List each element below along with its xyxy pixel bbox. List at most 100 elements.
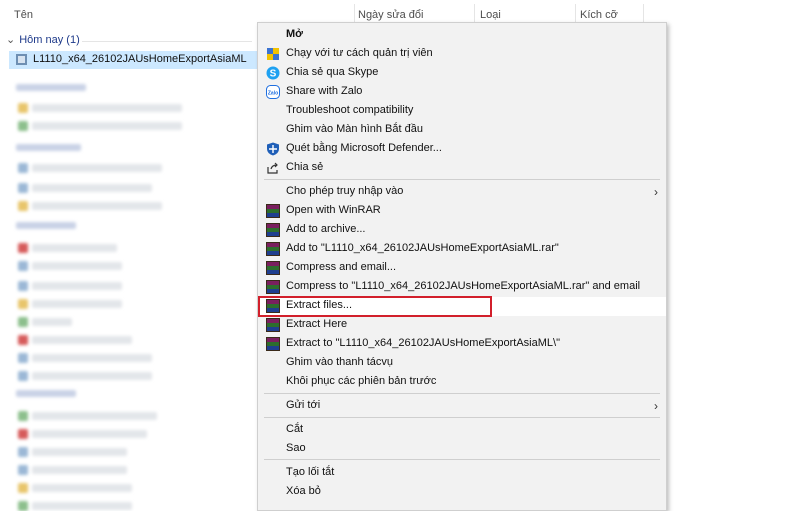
blurred-group-heading [16,222,76,229]
menu-item-label: Troubleshoot compatibility [286,104,414,116]
group-today[interactable]: ⌄ Hôm nay (1) [6,33,80,46]
winrar-icon [266,223,280,237]
menu-separator [264,417,660,418]
blurred-file-icon [18,483,28,493]
menu-item-extract-here[interactable]: Extract Here [258,316,666,335]
blurred-file-icon [18,183,28,193]
menu-item-troubleshoot-compatibility[interactable]: Troubleshoot compatibility [258,102,666,121]
menu-item-ghim-vao-man-hinh-bat-dau[interactable]: Ghim vào Màn hình Bắt đầu [258,121,666,140]
group-divider [82,41,252,42]
column-divider[interactable] [354,4,355,24]
menu-item-add-to-l1110-x64-26102jaushomeexportasia[interactable]: Add to "L1110_x64_26102JAUsHomeExportAsi… [258,240,666,259]
menu-item-label: Chia sẻ [286,161,324,173]
blurred-file-row [32,164,162,172]
menu-item-label: Ghim vào thanh tácvụ [286,356,394,368]
menu-item-gui-toi[interactable]: Gửi tới › [258,397,666,416]
blurred-file-row [32,300,122,308]
menu-item-compress-to-l1110-x64-26102jaushomeexpor[interactable]: Compress to "L1110_x64_26102JAUsHomeExpo… [258,278,666,297]
blurred-file-icon [18,411,28,421]
blurred-file-row [32,318,72,326]
blurred-file-icon [18,103,28,113]
shield-icon [266,47,280,61]
menu-item-label: Compress and email... [286,261,397,273]
menu-item-label: Cắt [286,423,304,435]
menu-item-chia-se[interactable]: Chia sẻ [258,159,666,178]
blurred-file-row [32,372,152,380]
menu-item-label: Sao [286,442,306,454]
menu-item-open-with-winrar[interactable]: Open with WinRAR [258,202,666,221]
blurred-file-icon [18,465,28,475]
column-divider[interactable] [474,4,475,24]
blurred-file-row [32,104,182,112]
menu-item-xoa-bo[interactable]: Xóa bỏ [258,483,666,502]
blurred-file-row [32,484,132,492]
blurred-file-row [32,282,122,290]
blurred-file-icon [18,353,28,363]
blurred-file-row [32,244,117,252]
chevron-down-icon[interactable]: ⌄ [6,33,15,46]
menu-item-add-to-archive[interactable]: Add to archive... [258,221,666,240]
menu-item-label: Khôi phục các phiên bản trước [286,375,437,387]
column-divider[interactable] [575,4,576,24]
blurred-file-row [32,448,127,456]
menu-item-ghim-vao-thanh-tacvu[interactable]: Ghim vào thanh tácvụ [258,354,666,373]
menu-item-tao-loi-tat[interactable]: Tạo lối tắt [258,464,666,483]
blurred-file-row [32,336,132,344]
blurred-file-row [32,430,147,438]
blurred-group-heading [16,144,81,151]
blurred-file-row [32,122,182,130]
highlight-box [258,296,492,317]
winrar-icon [266,242,280,256]
chevron-right-icon: › [654,185,658,199]
menu-item-chia-se-qua-skype[interactable]: S Chia sẻ qua Skype [258,64,666,83]
menu-item-quet-bang-microsoft-defender[interactable]: Quét bằng Microsoft Defender... [258,140,666,159]
menu-item-label: Chạy với tư cách quản trị viên [286,47,433,59]
menu-item-mo[interactable]: Mở [258,26,666,45]
blurred-file-icon [18,447,28,457]
context-menu: Mở Chạy với tư cách quản trị viên S Chia sẻ… [257,22,667,511]
menu-item-label: Add to "L1110_x64_26102JAUsHomeExportAsi… [286,242,559,254]
group-today-label: Hôm nay (1) [19,34,80,46]
menu-item-cat[interactable]: Cắt [258,421,666,440]
menu-item-label: Chia sẻ qua Skype [286,66,379,78]
column-name[interactable]: Tên [14,0,33,28]
blurred-file-icon [18,261,28,271]
file-name: L1110_x64_26102JAUsHomeExportAsiaML [33,53,247,65]
blurred-file-row [32,202,162,210]
blurred-file-icon [18,317,28,327]
winrar-icon [266,318,280,332]
menu-item-share-with-zalo[interactable]: Zalo Share with Zalo [258,83,666,102]
menu-item-extract-to-l1110-x64-26102jaushomeexport[interactable]: Extract to "L1110_x64_26102JAUsHomeExpor… [258,335,666,354]
menu-separator [264,459,660,460]
chevron-right-icon: › [654,399,658,413]
menu-item-label: Xóa bỏ [286,485,321,497]
column-divider[interactable] [643,4,644,24]
menu-item-sao[interactable]: Sao [258,440,666,459]
menu-item-label: Tạo lối tắt [286,466,335,478]
blurred-file-icon [18,163,28,173]
svg-text:Zalo: Zalo [268,91,278,97]
menu-item-chay-voi-tu-cach-quan-tri-vien[interactable]: Chạy với tư cách quản trị viên [258,45,666,64]
share-icon [266,161,280,175]
zalo-icon: Zalo [266,85,280,99]
winrar-icon [266,204,280,218]
menu-item-label: Compress to "L1110_x64_26102JAUsHomeExpo… [286,280,641,292]
menu-item-label: Share with Zalo [286,85,363,97]
menu-item-khoi-phuc-cac-phien-ban-truoc[interactable]: Khôi phục các phiên bản trước [258,373,666,392]
menu-item-label: Mở [286,28,303,40]
menu-item-compress-and-email[interactable]: Compress and email... [258,259,666,278]
winrar-icon [266,280,280,294]
file-row-selected[interactable]: L1110_x64_26102JAUsHomeExportAsiaML [9,51,257,69]
blurred-file-row [32,412,157,420]
blurred-file-icon [18,501,28,511]
menu-item-label: Extract Here [286,318,348,330]
menu-item-label: Ghim vào Màn hình Bắt đầu [286,123,423,135]
blurred-file-icon [18,243,28,253]
winrar-icon [266,261,280,275]
blurred-file-icon [18,201,28,211]
menu-item-label: Add to archive... [286,223,366,235]
menu-separator [264,179,660,180]
menu-item-cho-phep-truy-nhap-vao[interactable]: Cho phép truy nhập vào › [258,183,666,202]
blurred-file-icon [18,299,28,309]
svg-text:S: S [270,69,277,80]
